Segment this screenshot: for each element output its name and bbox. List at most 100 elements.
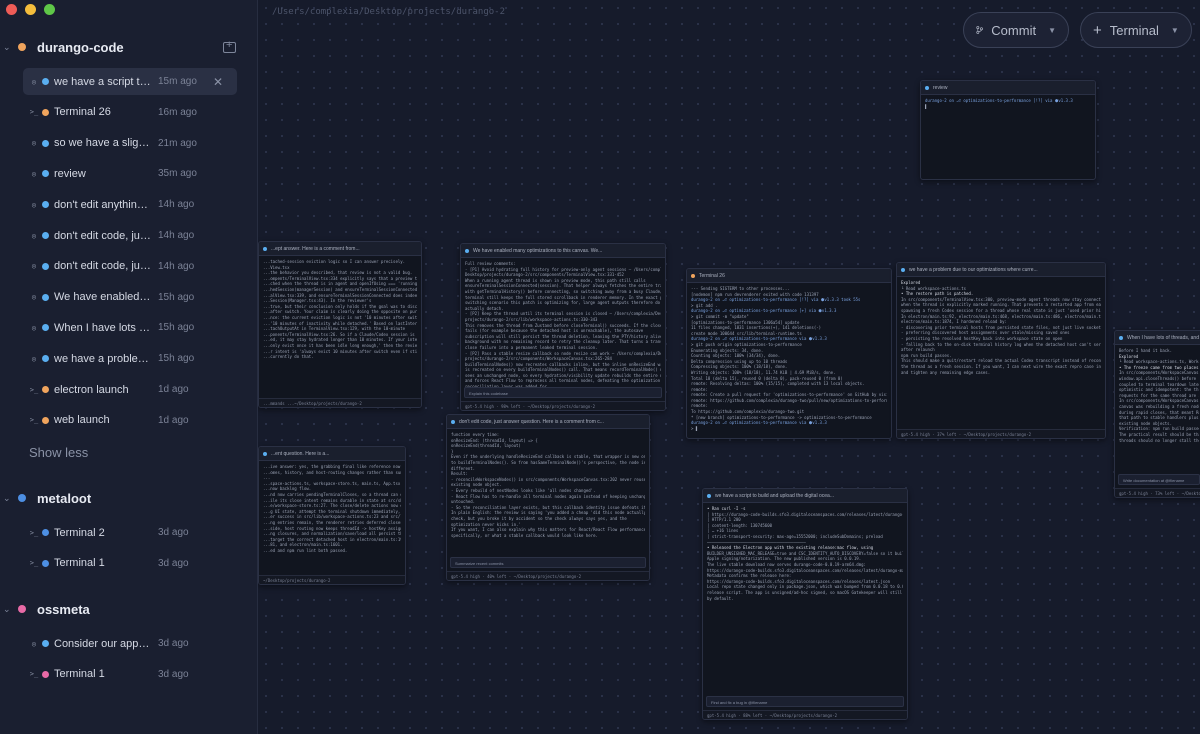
status-dot	[901, 267, 905, 272]
minimize-window-button[interactable]	[25, 4, 36, 15]
status-dot	[42, 262, 49, 270]
terminal-prompt-input[interactable]: Write documentation at @filename	[1118, 474, 1200, 485]
thread-label: web launch	[54, 414, 110, 427]
terminal-status-bar: gpt-5.4 high · 40% left · ~/Desktop/proj…	[447, 571, 649, 580]
terminal-window[interactable]: review durango-2 on ⎇ optimizations-to-pe…	[920, 80, 1096, 180]
terminal-window[interactable]: When I have lots of threads, and I mass …	[1114, 330, 1200, 498]
terminal-line: ...ng entries remain, the renderer retri…	[263, 519, 401, 525]
agent-icon: ◎	[31, 354, 37, 363]
sidebar-thread-item[interactable]: >_ web launch 1d ago	[23, 407, 237, 434]
project-name: durango-code	[37, 39, 124, 55]
terminal-window[interactable]: We have enabled many optimizations to th…	[460, 243, 666, 411]
terminal-line: ...ive answer: yes, the grabbing final l…	[263, 464, 401, 469]
terminal-window[interactable]: don't edit code, just answer question. H…	[446, 414, 650, 581]
terminal-line: ...currently do that.	[263, 354, 314, 360]
terminal-line: ...ed and npm run lint both passed.	[263, 547, 348, 553]
sidebar-thread-item[interactable]: ◎ we have a problem ... 15h ago	[23, 345, 237, 372]
terminal-window-header[interactable]: we have a script to build and upload the…	[703, 489, 907, 503]
terminal-output: Full review comments: - [P1] Avoid hydrat…	[461, 258, 665, 393]
terminal-line: that path to stable handlers plus node-o…	[1119, 415, 1199, 421]
sidebar-thread-item[interactable]: ◎ review 35m ago	[23, 160, 237, 187]
sidebar-thread-item[interactable]: >_ Terminal 26 16m ago	[23, 99, 237, 126]
project-durango-code[interactable]: ⌄ durango-code	[0, 35, 258, 59]
sidebar-thread-item[interactable]: ◎ we have a script to ... 15m ago ✕	[23, 68, 237, 95]
sidebar-thread-item[interactable]: >_ Terminal 2 3d ago	[23, 519, 237, 546]
new-terminal-button[interactable]: + Terminal ▼	[1080, 12, 1192, 48]
status-dot	[42, 293, 49, 301]
project-ossmeta[interactable]: ⌄ ossmeta	[0, 597, 258, 621]
status-dot	[42, 386, 49, 393]
terminal-label: Terminal	[1109, 22, 1159, 38]
terminal-window[interactable]: ...ept answer. Here is a comment from...…	[258, 241, 422, 408]
terminal-line: with getTerminalHistory() before connect…	[465, 288, 661, 294]
sidebar-thread-item[interactable]: ◎ We have enabled m... 15h ago	[23, 284, 237, 311]
thread-label: Terminal 26	[54, 106, 111, 119]
terminal-prompt-input[interactable]: Find and fix a bug in @filename	[706, 696, 904, 707]
status-dot	[42, 139, 49, 147]
terminal-window[interactable]: Terminal 26 --- Sending SIGTERM to other …	[686, 268, 892, 439]
terminal-output: ...tached-session eviction logic so I ca…	[259, 256, 421, 363]
close-icon[interactable]: ✕	[213, 75, 223, 89]
sidebar-thread-item[interactable]: ◎ don't edit anything, ... 14h ago	[23, 191, 237, 218]
show-less-button[interactable]: Show less	[29, 445, 88, 460]
terminal-line: ...omes, history, and host-routing chang…	[263, 469, 401, 475]
terminal-line: ...nd now carries pendingTerminalCloses,…	[263, 491, 401, 497]
terminal-line: fails (for example because the detached …	[465, 328, 644, 334]
chevron-down-icon: ▼	[1170, 25, 1179, 35]
sidebar-thread-item[interactable]: >_ electron launch 1d ago	[23, 376, 237, 403]
terminal-line: > ▌	[691, 425, 699, 431]
project-name: ossmeta	[37, 601, 90, 617]
terminal-window-title: When I have lots of threads, and I mass …	[1127, 334, 1200, 341]
thread-time: 16m ago	[158, 106, 197, 118]
chevron-down-icon[interactable]: ⌄	[3, 604, 11, 615]
status-dot	[451, 419, 455, 424]
thread-label: so we have a slight ...	[54, 137, 152, 150]
terminal-window-header[interactable]: When I have lots of threads, and I mass …	[1115, 331, 1200, 345]
window-controls	[6, 4, 55, 15]
terminal-window-header[interactable]: Terminal 26	[687, 269, 891, 283]
project-metaloot[interactable]: ⌄ metaloot	[0, 486, 258, 510]
terminal-prompt-input[interactable]: Explain this codebase	[464, 387, 662, 398]
status-dot	[42, 108, 49, 116]
terminal-window-header[interactable]: ...ept answer. Here is a comment from...	[259, 242, 421, 256]
terminal-window-header[interactable]: ...ent question. Here is a...	[259, 447, 405, 461]
status-dot	[42, 640, 49, 647]
sidebar-thread-item[interactable]: ◎ don't edit code, just... 14h ago	[23, 222, 237, 249]
sidebar-thread-item[interactable]: >_ Terminal 1 3d ago	[23, 661, 237, 688]
thread-label: Consider our app oss...	[54, 637, 152, 650]
commit-button[interactable]: Commit ▼	[963, 12, 1069, 48]
status-dot	[263, 246, 267, 251]
thread-label: we have a script to ...	[54, 75, 152, 88]
sidebar-thread-item[interactable]: >_ Terminal 1 3d ago	[23, 550, 237, 577]
project-color-dot	[18, 494, 26, 502]
close-window-button[interactable]	[6, 4, 17, 15]
terminal-prompt-input[interactable]: Summarize recent commits	[450, 557, 646, 568]
project-color-dot	[18, 43, 26, 51]
plus-icon: +	[1093, 21, 1102, 39]
thread-time: 14h ago	[158, 230, 195, 241]
chevron-down-icon[interactable]: ⌄	[3, 493, 11, 504]
sidebar-thread-item[interactable]: ◎ Consider our app oss... 3d ago	[23, 630, 237, 657]
status-dot	[42, 170, 49, 178]
terminal-window[interactable]: ...ent question. Here is a... ...ive answ…	[258, 446, 406, 585]
status-dot	[42, 232, 49, 239]
status-dot	[691, 273, 695, 278]
maximize-window-button[interactable]	[44, 4, 55, 15]
sidebar-thread-item[interactable]: ◎ don't edit code, just... 14h ago	[23, 253, 237, 280]
terminal-icon: >_	[29, 670, 39, 679]
terminal-line: canvas was rebuilding a fresh node objec…	[1119, 403, 1199, 409]
thread-label: Terminal 2	[54, 526, 105, 539]
chevron-down-icon[interactable]: ⌄	[3, 42, 11, 53]
terminal-window-header[interactable]: review	[921, 81, 1095, 95]
terminal-window-header[interactable]: don't edit code, just answer question. H…	[447, 415, 649, 429]
terminal-window[interactable]: we have a problem due to our optimizatio…	[896, 262, 1106, 439]
new-thread-folder-icon[interactable]	[223, 39, 236, 53]
sidebar-thread-item[interactable]: ◎ When I have lots of ... 15h ago	[23, 314, 237, 341]
terminal-window[interactable]: we have a script to build and upload the…	[702, 488, 908, 720]
sidebar-thread-item[interactable]: ◎ so we have a slight ... 21m ago	[23, 130, 237, 157]
thread-time: 1d ago	[158, 414, 189, 426]
workspace-canvas[interactable]: /Users/complexia/Desktop/projects/durang…	[258, 0, 1200, 734]
terminal-window-header[interactable]: We have enabled many optimizations to th…	[461, 244, 665, 258]
terminal-window-header[interactable]: we have a problem due to our optimizatio…	[897, 263, 1105, 277]
terminal-output: Explored └ Read workspace-actions.ts • Th…	[897, 277, 1105, 378]
